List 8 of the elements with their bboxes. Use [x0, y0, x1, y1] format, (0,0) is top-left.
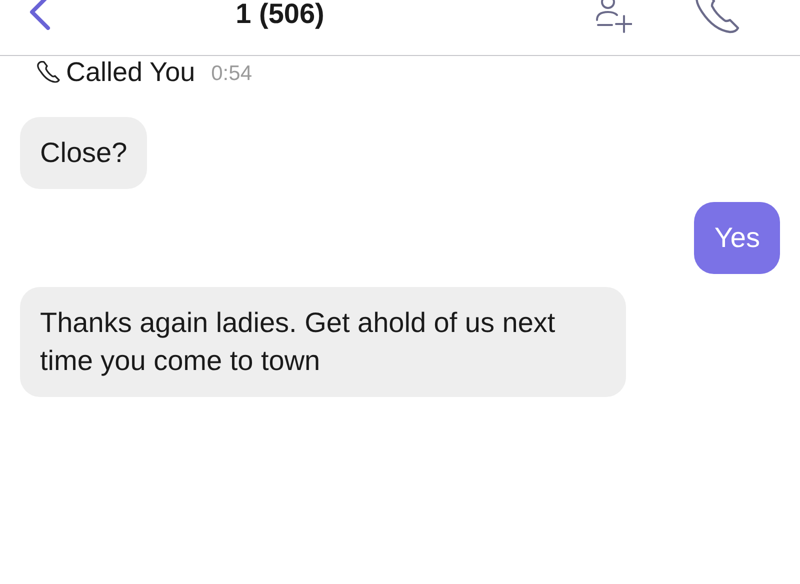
call-log-label: Called You — [66, 56, 196, 89]
phone-icon — [36, 61, 60, 83]
call-duration: 0:54 — [211, 60, 252, 87]
received-message-bubble: Close? — [20, 117, 148, 189]
back-icon — [28, 0, 52, 30]
sent-message-bubble: Yes — [694, 202, 780, 274]
contact-title: 1 (506) — [236, 0, 324, 30]
received-message-bubble: Thanks again ladies. Get ahold of us next time you come to town — [20, 287, 626, 397]
